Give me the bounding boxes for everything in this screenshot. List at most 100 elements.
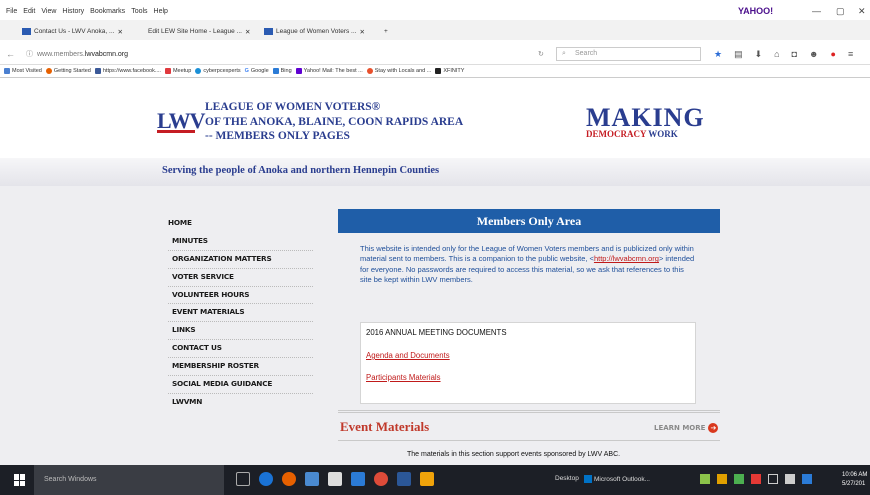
- bookmark-bing[interactable]: Bing: [272, 68, 292, 74]
- windows-search-input[interactable]: Search Windows: [34, 465, 224, 495]
- participants-materials-link[interactable]: Participants Materials: [366, 373, 441, 382]
- bookmark-meetup[interactable]: Meetup: [164, 68, 191, 74]
- nav-home[interactable]: HOME: [168, 215, 313, 233]
- tab-close-icon[interactable]: ✕: [117, 28, 122, 36]
- windows-start-icon[interactable]: [14, 474, 26, 486]
- google-icon: G: [244, 68, 249, 74]
- public-site-link[interactable]: http://lwvabcmn.org: [594, 254, 659, 263]
- favicon-icon: [22, 28, 31, 35]
- maximize-icon[interactable]: ▢: [836, 6, 845, 17]
- tab-close-icon[interactable]: ✕: [359, 28, 364, 36]
- desktop-label[interactable]: Desktop: [555, 475, 579, 482]
- pocket-icon[interactable]: ◘: [792, 49, 797, 60]
- org-line-3: -- MEMBERS ONLY PAGES: [205, 130, 350, 142]
- tray-security-icon[interactable]: [734, 474, 744, 484]
- yahoo-logo: YAHOO!: [738, 6, 774, 16]
- menu-view[interactable]: View: [41, 8, 56, 15]
- menu-bookmarks[interactable]: Bookmarks: [90, 8, 125, 15]
- nav-minutes[interactable]: MINUTES: [168, 233, 313, 251]
- xfinity-icon: [435, 68, 442, 74]
- tab-edit-site[interactable]: Edit LEW Site Home - League ... ✕: [148, 25, 250, 38]
- nav-organization-matters[interactable]: ORGANIZATION MATTERS: [168, 251, 313, 269]
- nav-links[interactable]: LINKS: [168, 322, 313, 341]
- democracy-word: DEMOCRACY: [586, 129, 647, 139]
- app-icon[interactable]: [351, 472, 365, 486]
- nav-voter-service[interactable]: VOTER SERVICE: [168, 269, 313, 287]
- tray-alert-icon[interactable]: [751, 474, 761, 484]
- lwv-logo-bar: [157, 130, 195, 133]
- word-icon[interactable]: [397, 472, 411, 486]
- tab-label: Edit LEW Site Home - League ...: [148, 28, 242, 35]
- adblock-icon[interactable]: ●: [831, 49, 836, 60]
- documents-title: 2016 ANNUAL MEETING DOCUMENTS: [366, 328, 507, 337]
- menu-edit[interactable]: Edit: [23, 8, 35, 15]
- documents-box: 2016 ANNUAL MEETING DOCUMENTS Agenda and…: [360, 322, 696, 404]
- menu-history[interactable]: History: [62, 8, 84, 15]
- work-word: WORK: [648, 129, 678, 139]
- learn-more-label: LEARN MORE: [654, 424, 706, 432]
- bookmark-yahoo-mail[interactable]: Yahoo! Mail: The best ...: [295, 68, 363, 74]
- close-icon[interactable]: ✕: [858, 6, 866, 17]
- file-explorer-icon[interactable]: [305, 472, 319, 486]
- chrome-icon[interactable]: [374, 472, 388, 486]
- url-domain: lwvabcmn.org: [84, 50, 129, 58]
- library-icon[interactable]: ▤: [734, 49, 743, 60]
- bookmark-label: Most Visited: [12, 68, 42, 74]
- tab-league[interactable]: League of Women Voters ... ✕: [264, 25, 365, 38]
- nav-event-materials[interactable]: EVENT MATERIALS: [168, 304, 313, 323]
- download-icon[interactable]: ⬇: [755, 49, 763, 60]
- menu-tools[interactable]: Tools: [131, 8, 147, 15]
- nav-lwvmn[interactable]: LWVMN: [168, 394, 313, 412]
- nav-membership-roster[interactable]: MEMBERSHIP ROSTER: [168, 358, 313, 377]
- learn-more-link[interactable]: LEARN MORE ➔: [654, 423, 719, 433]
- clock[interactable]: 10:06 AM 5/27/201: [842, 471, 867, 489]
- extension-icon[interactable]: ☻: [809, 49, 818, 60]
- search-input[interactable]: ⌕ Search: [556, 47, 701, 61]
- menu-icon[interactable]: ≡: [848, 49, 853, 60]
- bookmark-getting-started[interactable]: Getting Started: [45, 68, 91, 74]
- clock-date: 5/27/201: [842, 481, 866, 487]
- star-icon[interactable]: ★: [714, 49, 722, 60]
- nav-contact-us[interactable]: CONTACT US: [168, 340, 313, 359]
- folder-icon[interactable]: [420, 472, 434, 486]
- store-icon[interactable]: [328, 472, 342, 486]
- bookmark-label: Yahoo! Mail: The best ...: [303, 68, 363, 74]
- new-tab-icon[interactable]: +: [384, 25, 388, 38]
- arrow-right-icon: ➔: [708, 423, 719, 433]
- bookmark-most-visited[interactable]: Most Visited: [4, 68, 42, 74]
- menu-file[interactable]: File: [6, 8, 17, 15]
- back-icon[interactable]: ←: [6, 49, 15, 59]
- reload-icon[interactable]: ↻: [538, 50, 544, 58]
- cyber-icon: [195, 68, 202, 74]
- bookmark-xfinity[interactable]: XFINITY: [435, 68, 464, 74]
- event-description: The materials in this section support ev…: [407, 451, 621, 458]
- minimize-icon[interactable]: —: [812, 6, 821, 16]
- bookmark-facebook[interactable]: https://www.facebook....: [94, 68, 161, 74]
- url-prefix: www.members.: [37, 50, 85, 58]
- home-icon[interactable]: ⌂: [774, 49, 779, 60]
- bookmark-label: Getting Started: [53, 68, 91, 74]
- tray-app-icon[interactable]: [700, 474, 710, 484]
- network-icon[interactable]: [768, 474, 778, 484]
- volume-icon[interactable]: [785, 474, 795, 484]
- outlook-taskbar-item[interactable]: Microsoft Outlook...: [584, 475, 650, 483]
- bookmark-stay-locals[interactable]: Stay with Locals and ...: [366, 68, 431, 74]
- url-field[interactable]: ⓘ www.members.lwvabcmn.org: [22, 47, 552, 61]
- firefox-taskbar-icon[interactable]: [282, 472, 296, 486]
- bookmark-cyberpcexperts[interactable]: cyberpcexperts: [195, 68, 241, 74]
- notification-icon[interactable]: [802, 474, 812, 484]
- task-view-icon[interactable]: [236, 472, 250, 486]
- edge-icon[interactable]: [259, 472, 273, 486]
- nav-social-media-guidance[interactable]: SOCIAL MEDIA GUIDANCE: [168, 376, 313, 394]
- bookmark-label: cyberpcexperts: [203, 68, 241, 74]
- org-line-2: OF THE ANOKA, BLAINE, COON RAPIDS AREA: [205, 115, 464, 128]
- tab-contact-us[interactable]: Contact Us - LWV Anoka, ... ✕: [22, 25, 123, 38]
- tray-folder-icon[interactable]: [717, 474, 727, 484]
- agenda-documents-link[interactable]: Agenda and Documents: [366, 351, 450, 360]
- nav-volunteer-hours[interactable]: VOLUNTEER HOURS: [168, 287, 313, 305]
- tab-close-icon[interactable]: ✕: [245, 28, 250, 36]
- system-tray: [700, 474, 812, 484]
- navigation-bar: ← ⓘ www.members.lwvabcmn.org ↻ ⌕ Search …: [0, 40, 870, 65]
- bookmark-google[interactable]: G Google: [245, 68, 269, 74]
- menu-help[interactable]: Help: [154, 8, 168, 15]
